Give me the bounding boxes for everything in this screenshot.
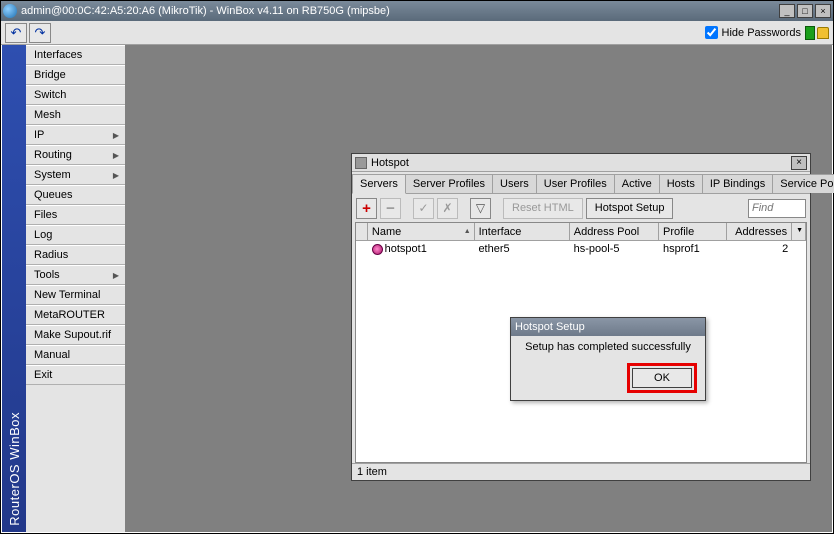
window-icon	[355, 157, 367, 169]
tab-service-ports[interactable]: Service Ports	[772, 174, 834, 193]
sidebar-item-make-supout[interactable]: Make Supout.rif	[26, 325, 125, 345]
find-input[interactable]	[748, 199, 806, 218]
hotspot-statusbar: 1 item	[352, 463, 810, 480]
cell-pool: hs-pool-5	[570, 243, 659, 255]
sidebar-item-metarouter[interactable]: MetaROUTER	[26, 305, 125, 325]
reset-html-button[interactable]: Reset HTML	[503, 198, 583, 219]
lock-icon	[817, 27, 829, 39]
cell-interface: ether5	[474, 243, 569, 255]
col-name[interactable]: Name	[368, 223, 475, 240]
hotspot-setup-dialog: Hotspot Setup Setup has completed succes…	[510, 317, 706, 401]
tab-ip-bindings[interactable]: IP Bindings	[702, 174, 773, 193]
tab-hosts[interactable]: Hosts	[659, 174, 703, 193]
sidebar-item-interfaces[interactable]: Interfaces	[26, 45, 125, 65]
col-address-pool[interactable]: Address Pool	[570, 223, 659, 240]
table-row[interactable]: hotspot1 ether5 hs-pool-5 hsprof1 2	[356, 241, 806, 257]
sidebar-item-switch[interactable]: Switch	[26, 85, 125, 105]
enable-button[interactable]: ✓	[413, 198, 434, 219]
col-menu[interactable]	[792, 223, 806, 240]
disable-button[interactable]: ✗	[437, 198, 458, 219]
hide-passwords-toggle[interactable]: Hide Passwords	[705, 26, 801, 39]
add-button[interactable]: +	[356, 198, 377, 219]
brand-strip: RouterOS WinBox	[2, 45, 26, 532]
security-indicators	[805, 26, 829, 40]
remove-button[interactable]: −	[380, 198, 401, 219]
dialog-message: Setup has completed successfully	[525, 341, 691, 353]
cell-addresses: 2	[727, 243, 792, 255]
hotspot-server-icon	[372, 244, 383, 255]
sidebar-item-exit[interactable]: Exit	[26, 365, 125, 385]
window-title: admin@00:0C:42:A5:20:A6 (MikroTik) - Win…	[21, 5, 390, 17]
mdi-workspace: Hotspot × Servers Server Profiles Users …	[126, 45, 832, 532]
hotspot-toolbar: + − ✓ ✗ ▽ Reset HTML Hotspot Setup	[352, 194, 810, 222]
table-header: Name Interface Address Pool Profile Addr…	[356, 223, 806, 241]
hotspot-setup-button[interactable]: Hotspot Setup	[586, 198, 674, 219]
ok-highlight: OK	[627, 363, 697, 393]
redo-button[interactable]: ↷	[29, 23, 51, 43]
tab-user-profiles[interactable]: User Profiles	[536, 174, 615, 193]
minimize-button[interactable]: _	[779, 4, 795, 18]
filter-button[interactable]: ▽	[470, 198, 491, 219]
secure-box-icon	[805, 26, 815, 40]
dialog-title: Hotspot Setup	[515, 321, 585, 333]
tab-servers[interactable]: Servers	[352, 174, 406, 194]
brand-text: RouterOS WinBox	[7, 406, 22, 532]
ok-button[interactable]: OK	[632, 368, 692, 388]
sidebar-item-new-terminal[interactable]: New Terminal	[26, 285, 125, 305]
hotspot-tabs: Servers Server Profiles Users User Profi…	[352, 172, 810, 194]
chevron-right-icon: ▶	[113, 171, 119, 180]
sidebar: Interfaces Bridge Switch Mesh IP▶ Routin…	[26, 45, 126, 532]
chevron-right-icon: ▶	[113, 131, 119, 140]
cell-name: hotspot1	[368, 243, 475, 255]
hide-passwords-label: Hide Passwords	[722, 27, 801, 39]
chevron-right-icon: ▶	[113, 271, 119, 280]
hotspot-window-title: Hotspot	[371, 157, 409, 169]
maximize-button[interactable]: □	[797, 4, 813, 18]
col-profile[interactable]: Profile	[659, 223, 727, 240]
sidebar-item-log[interactable]: Log	[26, 225, 125, 245]
hide-passwords-checkbox[interactable]	[705, 26, 718, 39]
col-interface[interactable]: Interface	[475, 223, 570, 240]
hotspot-window-titlebar[interactable]: Hotspot ×	[352, 154, 810, 172]
sidebar-item-mesh[interactable]: Mesh	[26, 105, 125, 125]
sidebar-item-files[interactable]: Files	[26, 205, 125, 225]
tab-active[interactable]: Active	[614, 174, 660, 193]
winbox-icon	[3, 4, 17, 18]
tab-users[interactable]: Users	[492, 174, 537, 193]
sidebar-item-ip[interactable]: IP▶	[26, 125, 125, 145]
col-gutter[interactable]	[356, 223, 368, 240]
chevron-right-icon: ▶	[113, 151, 119, 160]
dialog-titlebar[interactable]: Hotspot Setup	[511, 318, 705, 336]
close-button[interactable]: ×	[815, 4, 831, 18]
sidebar-item-tools[interactable]: Tools▶	[26, 265, 125, 285]
sidebar-item-radius[interactable]: Radius	[26, 245, 125, 265]
sidebar-item-queues[interactable]: Queues	[26, 185, 125, 205]
col-addresses[interactable]: Addresses	[727, 223, 792, 240]
tab-server-profiles[interactable]: Server Profiles	[405, 174, 493, 193]
main-titlebar: admin@00:0C:42:A5:20:A6 (MikroTik) - Win…	[1, 1, 833, 21]
item-count: 1 item	[357, 466, 387, 478]
undo-button[interactable]: ↶	[5, 23, 27, 43]
cell-profile: hsprof1	[659, 243, 727, 255]
main-toolbar: ↶ ↷ Hide Passwords	[1, 21, 833, 45]
sidebar-item-system[interactable]: System▶	[26, 165, 125, 185]
sidebar-item-bridge[interactable]: Bridge	[26, 65, 125, 85]
sidebar-item-manual[interactable]: Manual	[26, 345, 125, 365]
hotspot-close-button[interactable]: ×	[791, 156, 807, 170]
sidebar-item-routing[interactable]: Routing▶	[26, 145, 125, 165]
